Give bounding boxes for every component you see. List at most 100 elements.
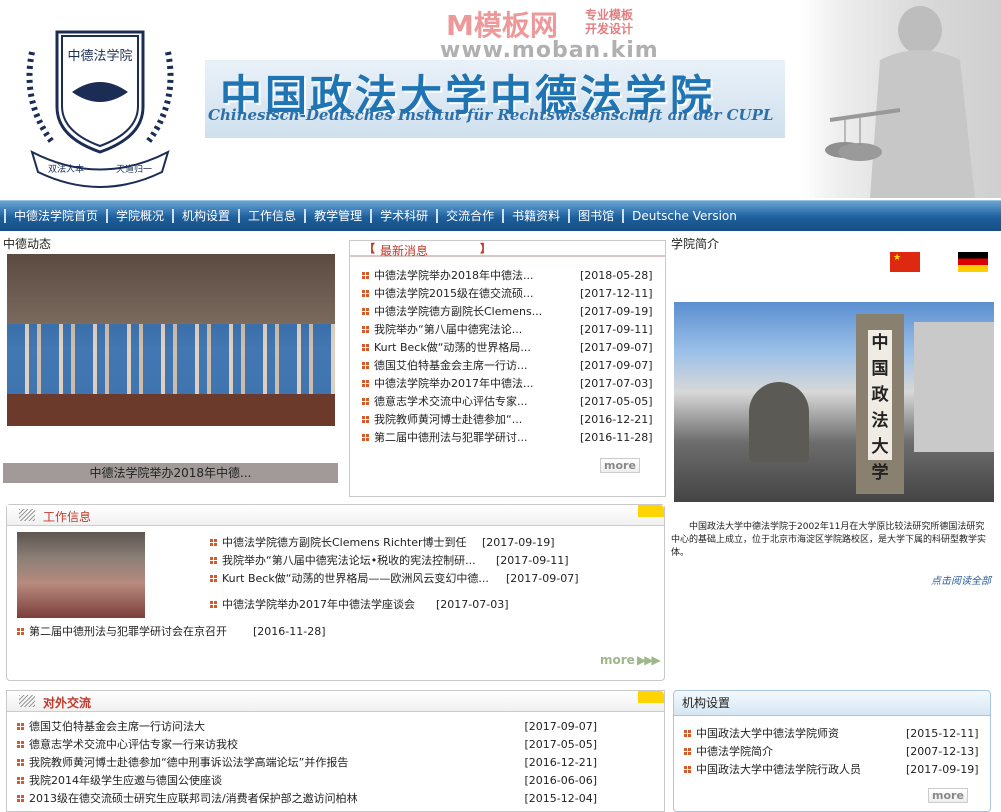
list-item[interactable]: Kurt Beck做“动荡的世界格局——欧洲风云变幻中德... [2017-09-… (210, 569, 660, 587)
exchange-item-title[interactable]: 我院教师黄河博士赴德参加“德中刑事诉讼法学高端论坛”并作报告 (29, 754, 525, 770)
work-title[interactable]: Kurt Beck做“动荡的世界格局——欧洲风云变幻中德... (222, 570, 506, 586)
list-item[interactable]: 中德法学院举办2017年中德法... [2017-07-03] (362, 374, 658, 392)
logo-text-bottom-left: 双法人本 (48, 163, 84, 175)
exchange-date: [2017-05-05] (524, 737, 597, 751)
exchange-item-title[interactable]: 2013级在德交流硕士研究生应联邦司法/消费者保护部之邀访问柏林 (29, 790, 525, 806)
exchange-date: [2016-12-21] (524, 755, 597, 769)
work-info-panel: 工作信息 中德法学院德方副院长Clemens Richter博士到任 [2017-… (6, 504, 665, 681)
news-title[interactable]: 中德法学院举办2017年中德法... (374, 375, 580, 391)
news-title[interactable]: 第二届中德刑法与犯罪学研讨... (374, 429, 580, 445)
nav-item-library[interactable]: 图书馆 (568, 209, 622, 223)
list-item[interactable]: 中国政法大学中德法学院师资 [2015-12-11] (684, 724, 984, 742)
stone-lion (749, 382, 809, 462)
exchange-item-title[interactable]: 德国艾伯特基金会主席一行访问法大 (29, 718, 525, 734)
work-group-photo[interactable] (17, 532, 145, 618)
list-item[interactable]: 中德法学院举办2017年中德法学座谈会 [2017-07-03] (210, 595, 660, 613)
list-item[interactable]: 我院举办“第八届中德宪法论坛•税收的宪法控制研... [2017-09-11] (210, 551, 660, 569)
bullet-icon (17, 627, 24, 635)
list-item[interactable]: 德意志学术交流中心评估专家一行来访我校 [2017-05-05] (17, 735, 597, 753)
news-title[interactable]: 中德法学院举办2018年中德法... (374, 267, 580, 283)
nav-item-books[interactable]: 书籍资料 (502, 209, 568, 223)
bullet-icon (362, 343, 369, 351)
list-item[interactable]: 中德法学院德方副院长Clemens Richter博士到任 [2017-09-19… (210, 533, 660, 551)
arrows-icon: ▶▶▶ (634, 653, 661, 667)
list-item[interactable]: 中德法学院德方副院长Clemens... [2017-09-19] (362, 302, 658, 320)
list-item[interactable]: 中国政法大学中德法学院行政人员 [2017-09-19] (684, 760, 984, 778)
news-photo-caption[interactable]: 中德法学院举办2018年中德... (3, 463, 338, 483)
exchange-date: [2017-09-07] (524, 719, 597, 733)
bullet-icon (210, 538, 217, 546)
work-info-list-extra: 第二届中德刑法与犯罪学研讨会在京召开 [2016-11-28] (17, 622, 467, 640)
list-item[interactable]: 德国艾伯特基金会主席一行访问法大 [2017-09-07] (17, 717, 597, 735)
work-title[interactable]: 中德法学院举办2017年中德法学座谈会 (222, 596, 436, 612)
news-title[interactable]: 德国艾伯特基金会主席一行访... (374, 357, 580, 373)
exchange-item-title[interactable]: 我院2014年级学生应邀与德国公使座谈 (29, 772, 525, 788)
news-date: [2017-09-19] (580, 304, 653, 318)
news-date: [2017-09-07] (580, 340, 653, 354)
read-more-link[interactable]: 点击阅读全部 (931, 572, 991, 587)
nav-item-teaching[interactable]: 教学管理 (304, 209, 370, 223)
news-title[interactable]: 中德法学院德方副院长Clemens... (374, 303, 580, 319)
list-item[interactable]: 德国艾伯特基金会主席一行访... [2017-09-07] (362, 356, 658, 374)
site-header: 中德法学院 双法人本 天道归一 中国政法大学中德法学院 Chinesisch-D… (0, 0, 1001, 198)
watermark-tag-1: 专业模板 (585, 8, 634, 22)
nav-item-overview[interactable]: 学院概况 (106, 209, 172, 223)
list-item[interactable]: 中德法学院简介 [2007-12-13] (684, 742, 984, 760)
org-item-title[interactable]: 中德法学院简介 (696, 743, 906, 759)
campus-gate-photo[interactable]: 中国政法大学 (674, 302, 994, 502)
list-item[interactable]: 我院教师黄河博士赴德参加“德中刑事诉讼法学高端论坛”并作报告 [2016-12-2… (17, 753, 597, 771)
exchange-date: [2015-12-04] (524, 791, 597, 805)
news-title[interactable]: 中德法学院2015级在德交流硕... (374, 285, 580, 301)
bullet-icon (362, 415, 369, 423)
list-item[interactable]: 中德法学院举办2018年中德法... [2018-05-28] (362, 266, 658, 284)
list-item[interactable]: 我院教师黄河博士赴德参加“... [2016-12-21] (362, 410, 658, 428)
news-title[interactable]: 我院举办“第八届中德宪法论... (374, 321, 580, 337)
list-item[interactable]: 我院举办“第八届中德宪法论... [2017-09-11] (362, 320, 658, 338)
org-item-title[interactable]: 中国政法大学中德法学院行政人员 (696, 761, 906, 777)
work-title[interactable]: 中德法学院德方副院长Clemens Richter博士到任 (222, 534, 482, 550)
bullet-icon (362, 307, 369, 315)
work-title[interactable]: 我院举办“第八届中德宪法论坛•税收的宪法控制研... (222, 552, 496, 568)
list-item[interactable]: 中德法学院2015级在德交流硕... [2017-12-11] (362, 284, 658, 302)
list-item[interactable]: 第二届中德刑法与犯罪学研讨... [2016-11-28] (362, 428, 658, 446)
site-title-de: Chinesisch-Deutsches Institut für Rechts… (208, 106, 774, 124)
nav-item-deutsch[interactable]: Deutsche Version (622, 209, 745, 223)
list-item[interactable]: Kurt Beck做“动荡的世界格局... [2017-09-07] (362, 338, 658, 356)
work-more-button[interactable]: more ▶▶▶ (600, 653, 661, 667)
work-title[interactable]: 第二届中德刑法与犯罪学研讨会在京召开 (29, 623, 253, 639)
bullet-icon (684, 765, 691, 773)
org-more-button[interactable]: more (928, 788, 968, 803)
gate-sign-text: 中国政法大学 (868, 330, 892, 483)
slash-icon (19, 509, 35, 521)
work-date: [2017-09-19] (482, 535, 555, 549)
list-item[interactable]: 我院2014年级学生应邀与德国公使座谈 [2016-06-06] (17, 771, 597, 789)
justice-statue-image (800, 0, 1001, 198)
latest-news-title: 最新消息 (380, 244, 429, 258)
institute-logo[interactable]: 中德法学院 双法人本 天道归一 (12, 12, 188, 188)
news-title[interactable]: Kurt Beck做“动荡的世界格局... (374, 339, 580, 355)
list-item[interactable]: 德意志学术交流中心评估专家... [2017-05-05] (362, 392, 658, 410)
germany-flag-icon[interactable] (958, 252, 988, 272)
news-title[interactable]: 德意志学术交流中心评估专家... (374, 393, 580, 409)
nav-item-research[interactable]: 学术科研 (370, 209, 436, 223)
news-group-photo[interactable] (7, 254, 335, 426)
exchange-list: 德国艾伯特基金会主席一行访问法大 [2017-09-07] 德意志学术交流中心评估… (17, 717, 597, 807)
bullet-icon (362, 325, 369, 333)
nav-item-exchange[interactable]: 交流合作 (436, 209, 502, 223)
china-flag-icon[interactable]: ★ (890, 252, 920, 272)
latest-more-button[interactable]: more (600, 458, 640, 473)
list-item[interactable]: 第二届中德刑法与犯罪学研讨会在京召开 [2016-11-28] (17, 622, 467, 640)
bullet-icon (362, 289, 369, 297)
list-item[interactable]: 2013级在德交流硕士研究生应联邦司法/消费者保护部之邀访问柏林 [2015-12… (17, 789, 597, 807)
nav-item-organization[interactable]: 机构设置 (172, 209, 238, 223)
org-date: [2017-09-19] (906, 762, 979, 776)
nav-item-home[interactable]: 中德法学院首页 (4, 209, 106, 223)
exchange-item-title[interactable]: 德意志学术交流中心评估专家一行来访我校 (29, 736, 525, 752)
org-item-title[interactable]: 中国政法大学中德法学院师资 (696, 725, 906, 741)
latest-news-head: 【 最新消息 】 (350, 241, 665, 258)
bullet-icon (684, 729, 691, 737)
news-title[interactable]: 我院教师黄河博士赴德参加“... (374, 411, 580, 427)
bullet-icon (17, 722, 24, 730)
nav-item-work-info[interactable]: 工作信息 (238, 209, 304, 223)
org-panel: 机构设置 中国政法大学中德法学院师资 [2015-12-11] 中德法学院简介 [2… (673, 690, 991, 812)
